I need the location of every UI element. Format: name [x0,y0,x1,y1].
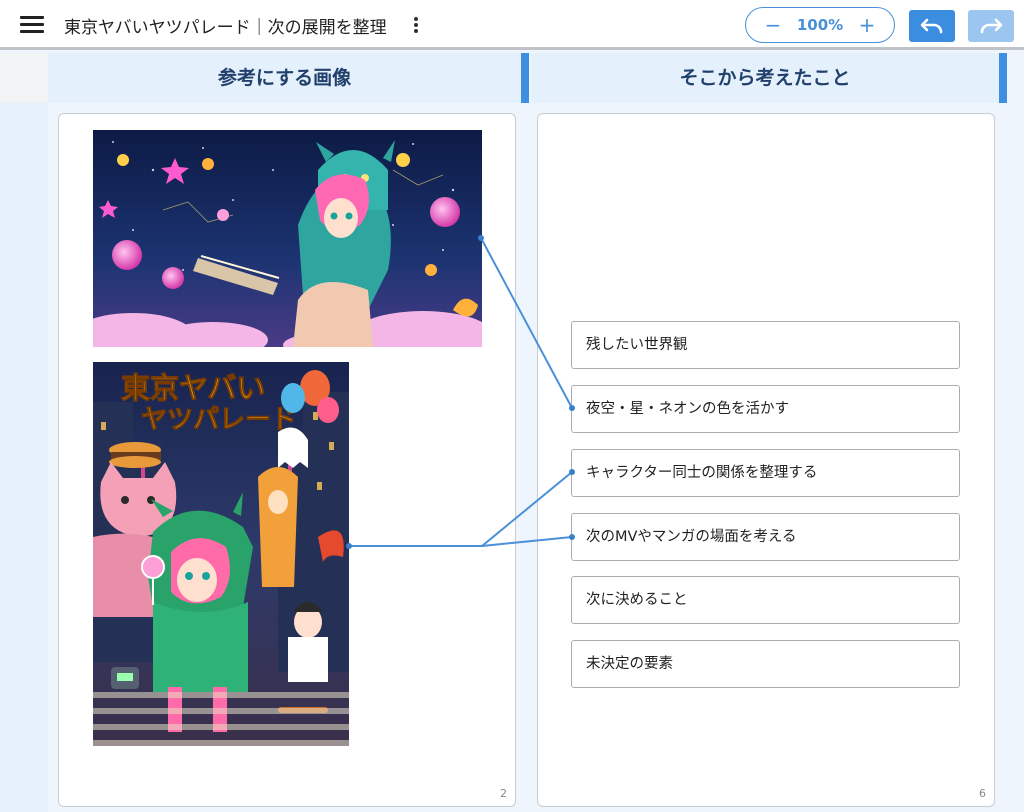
reference-image-poster[interactable]: 東京ヤバい ヤツパレード [93,362,349,746]
idea-item[interactable]: 次のMVやマンガの場面を考える [571,513,960,561]
idea-item[interactable]: 次に決めること [571,576,960,624]
more-vertical-icon[interactable] [408,14,424,36]
undo-button[interactable] [909,10,955,42]
column-header-reference-images: 参考にする画像 [48,53,521,103]
redo-button[interactable] [968,10,1014,42]
top-bar: 東京ヤバいヤツパレード｜次の展開を整理 − 100% + [0,0,1024,50]
left-rail [0,53,48,812]
poster-title-line1: 東京ヤバい [121,371,265,405]
idea-item[interactable]: 残したい世界観 [571,321,960,369]
page-number: 2 [500,787,507,800]
zoom-level: 100% [796,16,844,34]
idea-item[interactable]: キャラクター同士の関係を整理する [571,449,960,497]
redo-icon [980,18,1003,34]
reference-image-night-sky[interactable] [93,130,482,347]
zoom-in-button[interactable]: + [854,12,880,38]
zoom-control: − 100% + [745,7,895,43]
document-title: 東京ヤバいヤツパレード｜次の展開を整理 [64,18,387,38]
undo-icon [920,18,943,34]
page-number: 6 [979,787,986,800]
column-header-ideas: そこから考えたこと [531,53,999,103]
poster-title-line2: ヤツパレード [141,404,297,434]
column-divider [999,53,1007,103]
zoom-out-button[interactable]: − [760,12,786,38]
column-divider [521,53,529,103]
idea-item[interactable]: 未決定の要素 [571,640,960,688]
hamburger-icon[interactable] [20,15,44,35]
idea-item[interactable]: 夜空・星・ネオンの色を活かす [571,385,960,433]
